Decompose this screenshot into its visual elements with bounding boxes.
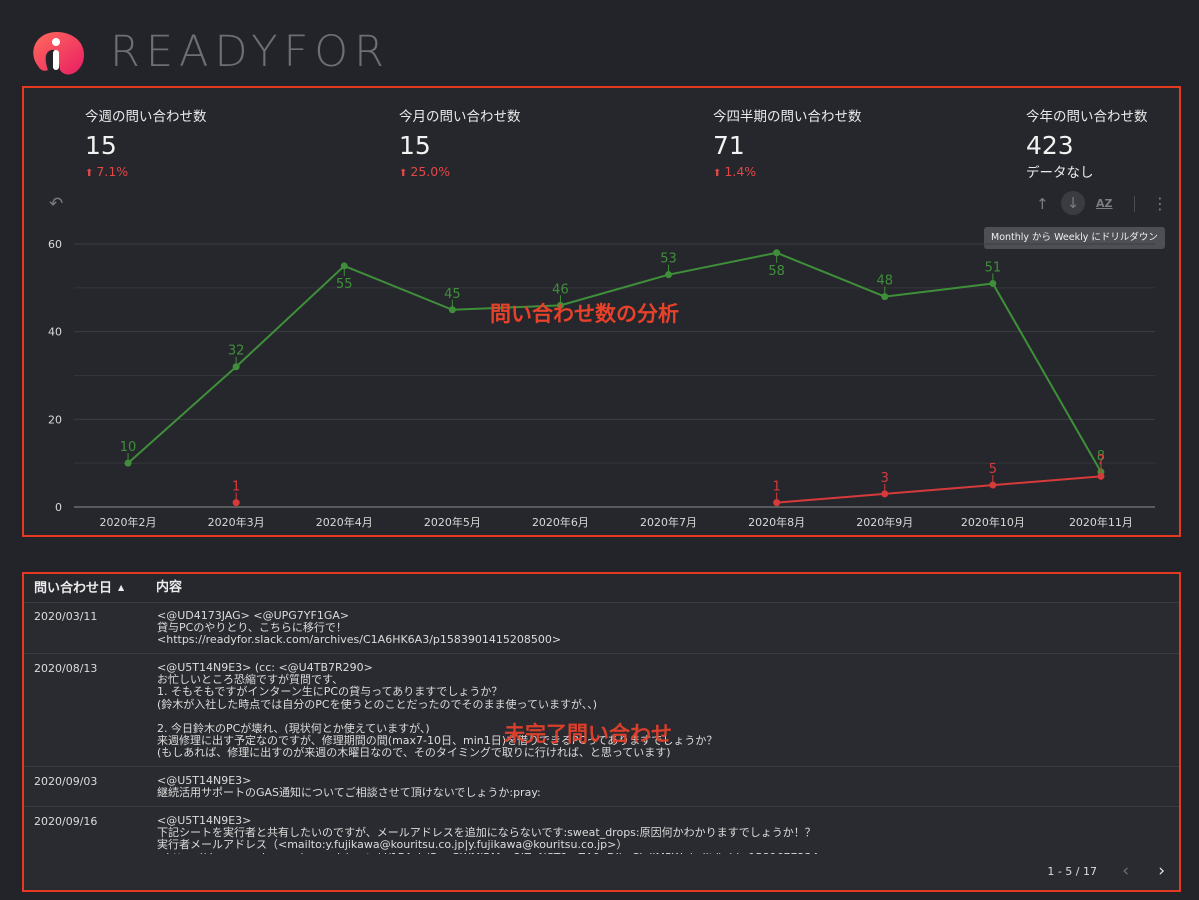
inquiry-analysis-panel: 今週の問い合わせ数 15 ⬆ 7.1% 今月の問い合わせ数 15 ⬆ 25.0% 今…	[22, 86, 1181, 537]
x-tick-label: 2020年5月	[424, 515, 481, 529]
row-content: <@U5T14N9E3> 下記シートを実行者と共有したいのですが、メールアドレス…	[157, 815, 828, 856]
data-label: 10	[120, 440, 137, 455]
x-tick-label: 2020年7月	[640, 515, 697, 529]
data-label: 5	[989, 462, 997, 477]
y-tick-label: 0	[55, 501, 62, 514]
x-tick-label: 2020年10月	[961, 515, 1025, 529]
x-tick-label: 2020年6月	[532, 515, 589, 529]
data-point	[881, 293, 889, 301]
x-tick-label: 2020年9月	[856, 515, 913, 529]
x-tick-label: 2020年3月	[208, 515, 265, 529]
readyfor-logo-icon	[33, 32, 84, 75]
x-tick-label: 2020年11月	[1069, 515, 1133, 529]
data-point	[1097, 472, 1105, 480]
open-inquiries-panel: 問い合わせ日 ▲ 内容 2020/03/11 <@UD4173JAG> <@UPG…	[22, 572, 1181, 892]
series-line	[127, 251, 1102, 473]
row-date: 2020/09/16	[34, 815, 98, 828]
chevron-right-icon[interactable]: ›	[1158, 861, 1165, 881]
data-point	[232, 499, 240, 507]
table-row[interactable]: 2020/09/16 <@U5T14N9E3> 下記シートを実行者と共有したいの…	[24, 807, 1179, 856]
pagination-range: 1 - 5 / 17	[1047, 865, 1097, 878]
data-label: 48	[876, 274, 893, 289]
data-point	[989, 481, 997, 489]
table-row[interactable]: 2020/09/03 <@U5T14N9E3> 継続活用サポートのGAS通知につ…	[24, 767, 1179, 807]
table-row[interactable]: 2020/03/11 <@UD4173JAG> <@UPG7YF1GA> 貸与P…	[24, 602, 1179, 654]
table-header: 問い合わせ日 ▲ 内容	[24, 574, 1179, 603]
data-point	[448, 306, 456, 314]
data-label: 51	[985, 260, 1002, 275]
column-header-date-label: 問い合わせ日	[34, 581, 113, 596]
sort-ascending-icon: ▲	[118, 583, 125, 592]
y-tick-label: 60	[48, 238, 62, 251]
brand-name: READYFOR	[110, 27, 390, 77]
data-label: 45	[444, 287, 461, 302]
data-point	[881, 490, 889, 498]
series-line	[776, 475, 1102, 504]
data-label: 32	[228, 344, 245, 359]
table-row[interactable]: 2020/08/13 <@U5T14N9E3> (cc: <@U4TB7R290…	[24, 654, 1179, 767]
data-label: 55	[336, 277, 353, 292]
chart-title: 問い合わせ数の分析	[490, 302, 679, 326]
chevron-left-icon[interactable]: ‹	[1122, 861, 1129, 881]
row-content: <@U5T14N9E3> 継続活用サポートのGAS通知についてご相談させて頂けな…	[157, 775, 541, 800]
data-label: 46	[552, 282, 569, 297]
data-label: 58	[768, 264, 785, 279]
y-tick-label: 20	[48, 413, 62, 426]
x-tick-label: 2020年8月	[748, 515, 805, 529]
pagination: 1 - 5 / 17 ‹ ›	[24, 854, 1179, 890]
column-header-date[interactable]: 問い合わせ日 ▲	[34, 574, 124, 603]
data-label: 1	[773, 480, 781, 495]
data-label: 7	[1097, 453, 1105, 468]
data-point	[665, 271, 673, 279]
x-tick-label: 2020年2月	[100, 515, 157, 529]
data-point	[340, 262, 348, 270]
data-point	[773, 249, 781, 257]
row-date: 2020/09/03	[34, 775, 98, 788]
data-label: 53	[660, 252, 677, 267]
data-point	[989, 279, 997, 287]
row-date: 2020/03/11	[34, 610, 98, 623]
row-content: <@UD4173JAG> <@UPG7YF1GA> 貸与PCのやりとり、こちらに…	[157, 610, 562, 647]
y-tick-label: 40	[48, 326, 62, 339]
data-point	[232, 363, 240, 371]
data-point	[773, 499, 781, 507]
brand-logo: READYFOR	[28, 26, 390, 78]
data-label: 3	[881, 471, 889, 486]
data-label: 1	[232, 480, 240, 495]
x-tick-label: 2020年4月	[316, 515, 373, 529]
row-date: 2020/08/13	[34, 662, 98, 675]
table-title: 未完了問い合わせ	[504, 722, 672, 746]
data-point	[124, 459, 132, 467]
column-header-content[interactable]: 内容	[156, 574, 182, 602]
